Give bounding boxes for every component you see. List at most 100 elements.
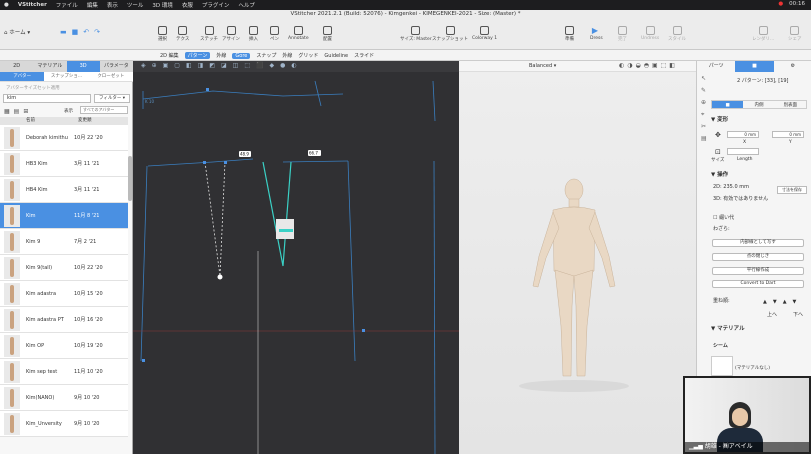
right-side-icons[interactable]: ↖ ✎ ⊕ ⌖ ✂ ▤ xyxy=(701,73,709,193)
tab-3d[interactable]: 3D xyxy=(66,61,100,72)
pattern-canvas[interactable]: ◈⊕▣▢◧◨◩◪◫⬚⬛◆●◐ 48.9 66.7 K 10 xyxy=(133,61,459,454)
tool-texture[interactable]: テクス xyxy=(176,26,189,42)
menu-item[interactable]: 表示 xyxy=(107,1,118,9)
y-input[interactable]: 0 mm xyxy=(772,131,804,138)
tool-arrange[interactable]: 配置 xyxy=(323,26,332,42)
menu-item[interactable]: ヘルプ xyxy=(238,1,255,9)
y-label: Y xyxy=(789,140,792,145)
stack-arrows[interactable]: ▲▼▲▼ xyxy=(763,299,802,305)
grid-toggle[interactable]: グリッド xyxy=(298,52,318,59)
colorway-dropdown[interactable]: Colorway 1 xyxy=(472,26,497,41)
home-dropdown[interactable]: ⌂ ホーム ▾ xyxy=(4,28,30,36)
avatar-list-item[interactable]: Kim 9(tall) 10月 22 '20 xyxy=(0,255,128,281)
guideline-toggle[interactable]: Guideline xyxy=(324,53,348,59)
menu-item[interactable]: プラグイン xyxy=(202,1,230,9)
snapshot-button[interactable]: スナップショット xyxy=(432,26,468,42)
render-icon xyxy=(758,26,768,35)
tool-style[interactable]: スタイル xyxy=(668,26,686,42)
avatar-list-item[interactable]: Kim 9 7月 2 '21 xyxy=(0,229,128,255)
avatar-list-item[interactable]: Kim adastra 10月 15 '20 xyxy=(0,281,128,307)
length-input[interactable] xyxy=(727,148,759,155)
colorway-icon xyxy=(480,26,490,35)
tab-material[interactable]: マテリアル xyxy=(33,61,66,72)
move-down-button[interactable]: 下へ xyxy=(793,311,803,318)
tab-active[interactable]: ■ xyxy=(735,61,774,72)
tool-prepare[interactable]: 準備 xyxy=(565,26,574,42)
avatar-viewport[interactable]: Balanced ▾ ◐◑◒◓▣⬚◧ xyxy=(459,61,696,454)
avatar-list-item[interactable]: Kim adastra PT 10月 16 '20 xyxy=(0,307,128,333)
pattern-drawing[interactable]: 48.9 66.7 K 10 xyxy=(133,61,459,454)
material-swatch[interactable] xyxy=(711,356,733,376)
col-date[interactable]: 変更順 xyxy=(78,117,92,125)
menu-item[interactable]: ファイル xyxy=(56,1,78,9)
menu-item[interactable]: 3D 環境 xyxy=(152,1,172,9)
tab-parameters[interactable]: パラメータ xyxy=(100,61,133,72)
tab-parts[interactable]: パーツ xyxy=(697,61,735,72)
subtab-outside[interactable]: ■ xyxy=(712,101,744,108)
filter-button[interactable]: フィルター ▾ xyxy=(94,94,130,103)
menu-item[interactable]: ツール xyxy=(127,1,144,9)
size-dropdown[interactable]: サイズ: Master xyxy=(400,26,432,42)
avatar-list-item[interactable]: Kim_Unversity 9月 10 '20 xyxy=(0,411,128,437)
tool-insert[interactable]: 挿入 xyxy=(249,26,258,42)
tool-share[interactable]: シェア xyxy=(788,26,802,42)
view-icons[interactable]: ▦▤⊞ xyxy=(4,108,32,115)
move-up-button[interactable]: 上へ xyxy=(767,311,777,318)
subtab-closet[interactable]: クローゼット xyxy=(89,72,133,81)
tool-assign[interactable]: アサイン xyxy=(222,26,240,42)
fold-checkbox[interactable]: ☐ 綴い代 xyxy=(713,214,734,221)
menu-item[interactable]: 衣服 xyxy=(182,1,193,9)
tool-finish[interactable]: 完了 xyxy=(618,26,627,42)
parallel-line-button[interactable]: 平行線作成 xyxy=(712,267,804,275)
avatar-figure[interactable] xyxy=(509,176,639,396)
pattern-toggle[interactable]: パターン xyxy=(184,52,211,59)
slide-toggle[interactable]: スライド xyxy=(354,52,374,59)
avatar-list-item[interactable]: HB3 Kim 3月 11 '21 xyxy=(0,151,128,177)
signal-icon: ▁▃▅ xyxy=(689,443,705,450)
col-name[interactable]: 名前 xyxy=(26,117,35,125)
avatar-list-item[interactable]: Kim(NANO) 9月 10 '20 xyxy=(0,385,128,411)
avatar-list-item[interactable]: Kim OP 10月 19 '20 xyxy=(0,333,128,359)
2d-edit-toggle[interactable]: 2D 編集 xyxy=(160,52,179,59)
subtab-inside[interactable]: 内側 xyxy=(743,101,774,108)
tab-2d[interactable]: 2D xyxy=(0,61,33,72)
subtab-avatar[interactable]: アバター xyxy=(0,72,45,81)
tool-pen[interactable]: ペン xyxy=(270,26,279,42)
file-actions[interactable]: ▬■↶↷ xyxy=(60,28,105,36)
close-point-button[interactable]: 点の閉じき xyxy=(712,253,804,261)
tool-dress[interactable]: ▶ Dress xyxy=(590,26,603,41)
section-material[interactable]: ▼ マテリアル xyxy=(711,324,745,332)
avatar-date: 10月 22 '20 xyxy=(74,265,103,271)
outline-toggle[interactable]: 外線 xyxy=(216,52,226,59)
tool-stitch[interactable]: ステッチ xyxy=(200,26,218,42)
outline-toggle-2[interactable]: 外線 xyxy=(282,52,292,59)
save-size-button[interactable]: 寸法を保存 xyxy=(777,186,807,194)
avatar-list-item[interactable]: Deborah kimithu 10月 22 '20 xyxy=(0,125,128,151)
balanced-dropdown[interactable]: Balanced ▾ xyxy=(529,63,556,69)
tool-render[interactable]: レンダリ... xyxy=(752,26,774,42)
section-operations[interactable]: ▼ 操作 xyxy=(711,170,728,178)
list-scrollbar[interactable] xyxy=(128,156,132,201)
tool-select[interactable]: 選択 xyxy=(158,26,167,42)
copy-as-internal-button[interactable]: 内部線として写す xyxy=(712,239,804,247)
assign-icon xyxy=(226,26,236,35)
subtab-snapshot[interactable]: スナップショ... xyxy=(44,72,88,81)
tab-settings[interactable]: ⚙ xyxy=(774,61,811,72)
search-input[interactable]: kim xyxy=(3,94,91,103)
subtab-other[interactable]: 別表面 xyxy=(775,101,806,108)
apple-icon[interactable]: ● xyxy=(4,2,9,8)
avatar-list-item[interactable]: HB4 Kim 3月 11 '21 xyxy=(0,177,128,203)
viewport-icons[interactable]: ◐◑◒◓▣⬚◧ xyxy=(619,62,678,69)
app-menu[interactable]: VStitcher xyxy=(18,2,47,8)
section-transform[interactable]: ▼ 変形 xyxy=(711,115,728,123)
avatar-list-item[interactable]: Kim 11月 8 '21 xyxy=(0,203,128,229)
tool-undress[interactable]: Undress xyxy=(641,26,659,41)
tool-annotate[interactable]: Annotate xyxy=(288,26,309,41)
gore-toggle[interactable]: Gore xyxy=(232,52,251,59)
convert-to-dart-button[interactable]: Convert to Dart xyxy=(712,280,804,288)
sort-dropdown[interactable]: すべてのアバター xyxy=(80,106,128,114)
menu-item[interactable]: 編集 xyxy=(87,1,98,9)
avatar-list-item[interactable]: Kim sep test 11月 10 '20 xyxy=(0,359,128,385)
x-input[interactable]: 0 mm xyxy=(727,131,759,138)
snap-toggle[interactable]: スナップ xyxy=(256,52,276,59)
